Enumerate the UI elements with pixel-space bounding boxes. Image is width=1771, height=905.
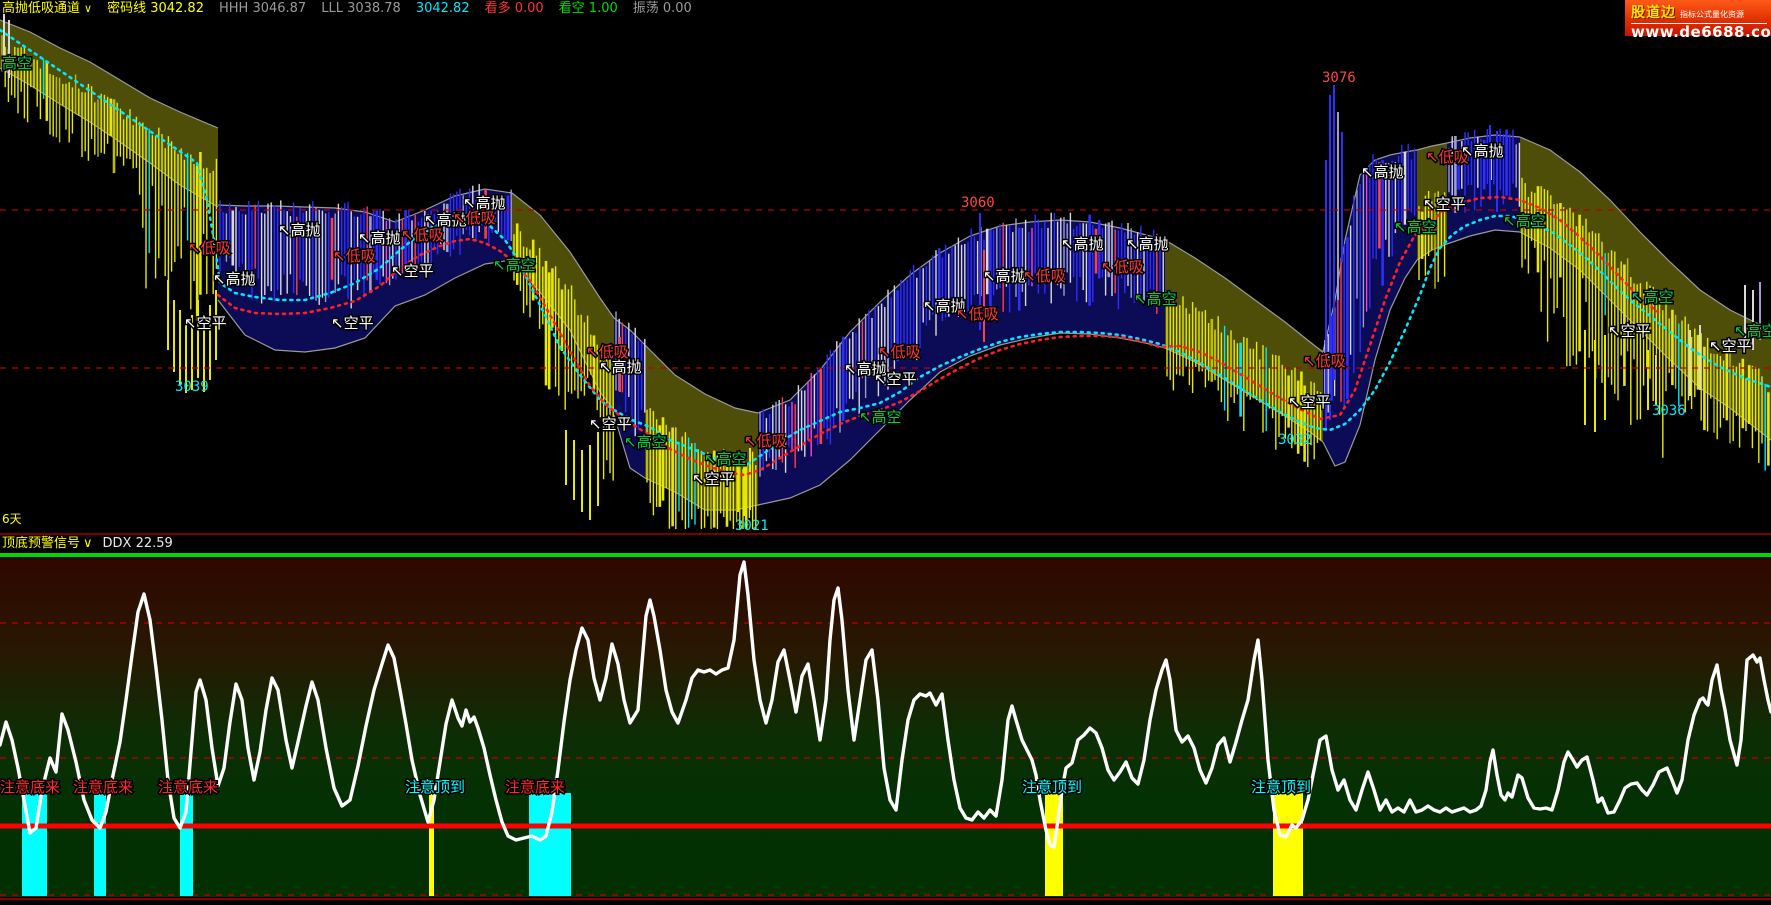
bottom-warning-label: 注意底来	[0, 778, 60, 796]
signal-annotation: ↖空平	[1288, 393, 1331, 411]
signal-annotation: ↖空平	[874, 370, 917, 388]
period-label: 6天	[2, 510, 22, 527]
sub-indicator-dropdown-icon[interactable]: ∨	[83, 535, 93, 552]
signal-annotation: ↖高空	[493, 256, 536, 274]
current-value: 3042.82	[416, 0, 470, 17]
signal-annotation: ↖低吸	[744, 432, 787, 450]
signal-annotation: ↖低吸	[333, 247, 376, 265]
sub-chart-background	[0, 558, 1771, 897]
price-label: 3036	[1652, 403, 1686, 419]
signal-annotation: ↖高空	[624, 433, 667, 451]
signal-annotation: ↖高抛	[278, 221, 321, 239]
indicator-name[interactable]: 高抛低吸通道	[2, 0, 80, 17]
signal-annotation: ↖高空	[704, 450, 747, 468]
sub-indicator-header: 顶底预警信号 ∨ DDX 22.59	[2, 535, 173, 552]
main-indicator-header: 高抛低吸通道∨ 密码线 3042.82 HHH 3046.87 LLL 3038.78…	[2, 0, 707, 17]
signal-annotation: ↖低吸	[1303, 352, 1346, 370]
price-label: 3039	[175, 379, 209, 395]
signal-annotation: ↖空平	[1423, 195, 1466, 213]
top-warning-label: 注意顶到	[405, 778, 465, 796]
signal-annotation: ↖空平	[1608, 322, 1651, 340]
signal-annotation: ↖空平	[692, 470, 735, 488]
oscillation-value: 振荡 0.00	[633, 0, 692, 17]
bottom-signal-bar	[529, 793, 571, 896]
indicator-dropdown-icon[interactable]: ∨	[84, 0, 92, 17]
logo-url[interactable]: www.de6688.com	[1631, 24, 1767, 41]
logo-brand: 股道边	[1631, 2, 1676, 22]
signal-annotation: ↖低吸	[188, 239, 231, 257]
red-threshold-line	[0, 824, 1771, 829]
ddx-value: DDX 22.59	[103, 535, 173, 552]
signal-annotation: ↖空平	[331, 314, 374, 332]
signal-annotation: ↖高抛	[358, 229, 401, 247]
lll-value: LLL 3038.78	[321, 0, 401, 17]
price-label: 3076	[1322, 70, 1356, 86]
signal-annotation: ↖高抛	[463, 194, 506, 212]
bullish-value: 看多 0.00	[485, 0, 544, 17]
signal-annotation: ↖高抛	[1126, 235, 1169, 253]
signal-annotation: ↖高空	[1134, 290, 1177, 308]
bottom-warning-label: 注意底来	[505, 778, 565, 796]
bottom-signal-bar	[94, 793, 106, 896]
trading-app-window: 高空↖低吸↖高抛↖空平↖高抛↖低吸↖高抛↖空平↖低吸↖高抛↖低吸↖高抛↖空平↖高…	[0, 0, 1771, 905]
password-line-value: 密码线 3042.82	[107, 0, 204, 17]
top-warning-label: 注意顶到	[1022, 778, 1082, 796]
signal-annotation: ↖高空	[859, 408, 902, 426]
site-logo[interactable]: 股道边 指标公式量化资源 www.de6688.com	[1625, 0, 1771, 36]
logo-row1: 股道边 指标公式量化资源	[1631, 2, 1767, 24]
green-top-line	[0, 553, 1771, 557]
signal-annotation: ↖空平	[1709, 337, 1752, 355]
price-label: 3060	[961, 195, 995, 211]
signal-annotation: ↖高抛	[599, 358, 642, 376]
top-signal-bar	[1273, 793, 1303, 896]
signal-annotation: ↖低吸	[878, 343, 921, 361]
bearish-value: 看空 1.00	[559, 0, 618, 17]
signal-annotation: ↖低吸	[1101, 258, 1144, 276]
signal-annotation: ↖低吸	[956, 305, 999, 323]
signal-annotation: ↖高抛	[1061, 235, 1104, 253]
signal-annotation: ↖空平	[184, 314, 227, 332]
hhh-value: HHH 3046.87	[219, 0, 306, 17]
sub-indicator-name[interactable]: 顶底预警信号	[2, 535, 80, 552]
price-label: 3021	[735, 518, 769, 533]
signal-annotation: ↖空平	[391, 262, 434, 280]
signal-annotation: ↖高抛	[1461, 142, 1504, 160]
main-price-chart: 高空↖低吸↖高抛↖空平↖高抛↖低吸↖高抛↖空平↖低吸↖高抛↖低吸↖高抛↖空平↖高…	[0, 0, 1771, 533]
signal-annotation: ↖高空	[1631, 288, 1674, 306]
signal-annotation: 高空	[2, 54, 32, 72]
top-warning-label: 注意顶到	[1251, 778, 1311, 796]
signal-annotation: ↖高抛	[213, 270, 256, 288]
signal-annotation: ↖高空	[1503, 212, 1546, 230]
signal-annotation: ↖低吸	[1023, 267, 1066, 285]
signal-annotation: ↖空平	[589, 415, 632, 433]
bottom-warning-label: 注意底来	[158, 778, 218, 796]
logo-tagline: 指标公式量化资源	[1680, 9, 1744, 20]
signal-annotation: ↖高抛	[1361, 163, 1404, 181]
signal-annotation: ↖高抛	[983, 267, 1026, 285]
signal-annotation: ↖高空	[1394, 218, 1437, 236]
signal-indicator-chart: 注意底来注意底来注意底来注意顶到注意底来注意顶到注意顶到	[0, 533, 1771, 905]
bottom-warning-label: 注意底来	[73, 778, 133, 796]
bottom-border-line	[0, 898, 1771, 900]
panel-separator-line	[0, 533, 1771, 535]
price-label: 3032	[1278, 432, 1312, 448]
